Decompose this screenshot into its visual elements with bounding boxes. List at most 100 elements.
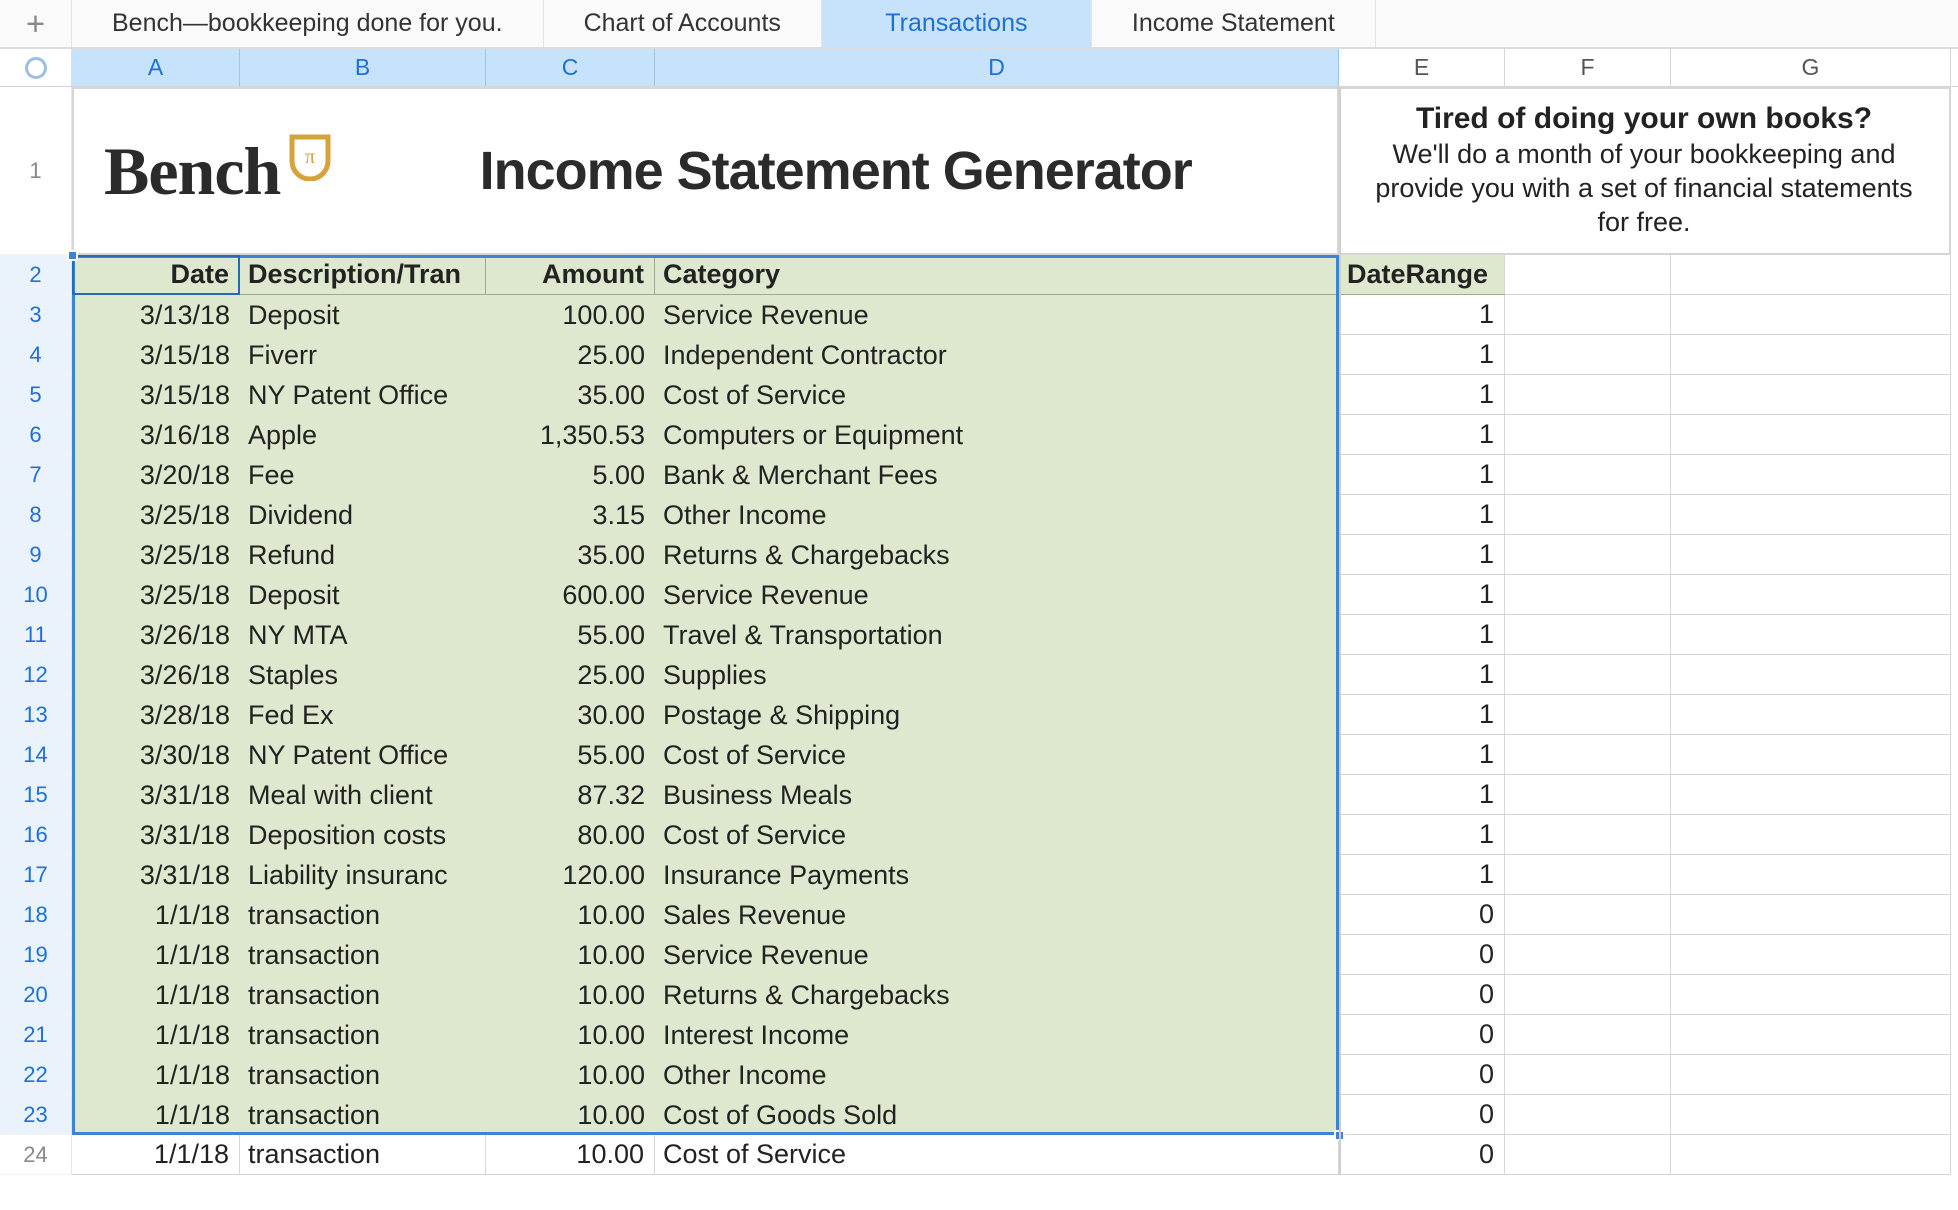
cell-category[interactable]: Cost of Service [655, 735, 1339, 775]
row-header[interactable]: 9 [0, 535, 72, 575]
cell-date[interactable]: 3/13/18 [72, 295, 240, 335]
row-header[interactable]: 19 [0, 935, 72, 975]
cell-date[interactable]: 1/1/18 [72, 1095, 240, 1135]
cell-category[interactable]: Cost of Service [655, 1135, 1339, 1175]
cell-category[interactable]: Supplies [655, 655, 1339, 695]
cell[interactable] [1671, 495, 1951, 535]
cell-description[interactable]: Meal with client [240, 775, 486, 815]
cell-description[interactable]: transaction [240, 975, 486, 1015]
col-header-B[interactable]: B [240, 49, 486, 86]
cell-description[interactable]: Deposit [240, 295, 486, 335]
cell-description[interactable]: Fiverr [240, 335, 486, 375]
row-header[interactable]: 15 [0, 775, 72, 815]
cell-category[interactable]: Independent Contractor [655, 335, 1339, 375]
cell-amount[interactable]: 55.00 [486, 735, 655, 775]
cell-date[interactable]: 3/31/18 [72, 815, 240, 855]
cell[interactable] [1671, 615, 1951, 655]
tab-chart-of-accounts[interactable]: Chart of Accounts [544, 0, 822, 47]
cell-date[interactable]: 3/26/18 [72, 655, 240, 695]
cell-amount[interactable]: 10.00 [486, 1055, 655, 1095]
cell[interactable] [1671, 735, 1951, 775]
row-header[interactable]: 21 [0, 1015, 72, 1055]
cell[interactable] [1671, 895, 1951, 935]
cell-description[interactable]: Refund [240, 535, 486, 575]
cell[interactable] [1671, 1095, 1951, 1135]
row-header[interactable]: 4 [0, 335, 72, 375]
cell-category[interactable]: Returns & Chargebacks [655, 975, 1339, 1015]
cell-header-amount[interactable]: Amount [486, 255, 655, 295]
cell-category[interactable]: Postage & Shipping [655, 695, 1339, 735]
cell-category[interactable]: Insurance Payments [655, 855, 1339, 895]
cell[interactable] [1671, 815, 1951, 855]
tab-bench-bookkeeping[interactable]: Bench—bookkeeping done for you. [72, 0, 544, 47]
cell-date[interactable]: 3/31/18 [72, 775, 240, 815]
cell[interactable] [1505, 495, 1671, 535]
cell-description[interactable]: Liability insuranc [240, 855, 486, 895]
banner-left[interactable]: Bench π Income Statement Generator [72, 87, 1339, 255]
cell-description[interactable]: transaction [240, 1095, 486, 1135]
cell-daterange[interactable]: 1 [1339, 855, 1505, 895]
cell-date[interactable]: 3/20/18 [72, 455, 240, 495]
cell[interactable] [1505, 335, 1671, 375]
cell-category[interactable]: Sales Revenue [655, 895, 1339, 935]
select-all-button[interactable] [0, 49, 72, 86]
cell-category[interactable]: Business Meals [655, 775, 1339, 815]
cell-description[interactable]: Deposit [240, 575, 486, 615]
cell-date[interactable]: 3/25/18 [72, 575, 240, 615]
cell-amount[interactable]: 87.32 [486, 775, 655, 815]
cell-category[interactable]: Other Income [655, 495, 1339, 535]
cell[interactable] [1505, 375, 1671, 415]
cell-amount[interactable]: 30.00 [486, 695, 655, 735]
cell[interactable] [1671, 1135, 1951, 1175]
cell-date[interactable]: 3/26/18 [72, 615, 240, 655]
cell-amount[interactable]: 10.00 [486, 935, 655, 975]
banner-promo[interactable]: Tired of doing your own books? We'll do … [1339, 87, 1951, 255]
cell-date[interactable]: 1/1/18 [72, 1055, 240, 1095]
row-header[interactable]: 23 [0, 1095, 72, 1135]
cell[interactable] [1505, 775, 1671, 815]
cell-daterange[interactable]: 0 [1339, 895, 1505, 935]
cell-description[interactable]: Dividend [240, 495, 486, 535]
cell-description[interactable]: NY Patent Office [240, 735, 486, 775]
cell-description[interactable]: transaction [240, 935, 486, 975]
cell-amount[interactable]: 80.00 [486, 815, 655, 855]
cell-date[interactable]: 1/1/18 [72, 975, 240, 1015]
col-header-E[interactable]: E [1339, 49, 1505, 86]
cell-date[interactable]: 3/15/18 [72, 375, 240, 415]
cell-description[interactable]: Fee [240, 455, 486, 495]
cell-amount[interactable]: 25.00 [486, 655, 655, 695]
cell[interactable] [1671, 935, 1951, 975]
col-header-G[interactable]: G [1671, 49, 1951, 86]
cell[interactable] [1505, 895, 1671, 935]
cell[interactable] [1671, 335, 1951, 375]
cell-amount[interactable]: 1,350.53 [486, 415, 655, 455]
cell-daterange[interactable]: 1 [1339, 335, 1505, 375]
cell[interactable] [1505, 295, 1671, 335]
cell[interactable] [1505, 615, 1671, 655]
cell[interactable] [1671, 415, 1951, 455]
cell-date[interactable]: 3/31/18 [72, 855, 240, 895]
cell[interactable] [1505, 455, 1671, 495]
cell-daterange[interactable]: 1 [1339, 415, 1505, 455]
cell-date[interactable]: 3/25/18 [72, 495, 240, 535]
cell[interactable] [1505, 1135, 1671, 1175]
cell-daterange[interactable]: 0 [1339, 1055, 1505, 1095]
cell-category[interactable]: Bank & Merchant Fees [655, 455, 1339, 495]
cell-date[interactable]: 3/30/18 [72, 735, 240, 775]
cell-header-description[interactable]: Description/Tran [240, 255, 486, 295]
row-header[interactable]: 7 [0, 455, 72, 495]
cell-amount[interactable]: 25.00 [486, 335, 655, 375]
cell-category[interactable]: Cost of Goods Sold [655, 1095, 1339, 1135]
cell-date[interactable]: 1/1/18 [72, 1015, 240, 1055]
cell-category[interactable]: Other Income [655, 1055, 1339, 1095]
cell-category[interactable]: Cost of Service [655, 815, 1339, 855]
row-header[interactable]: 3 [0, 295, 72, 335]
row-header[interactable]: 12 [0, 655, 72, 695]
cell[interactable] [1671, 575, 1951, 615]
row-header[interactable]: 13 [0, 695, 72, 735]
row-header[interactable]: 24 [0, 1135, 72, 1175]
cell-amount[interactable]: 10.00 [486, 1135, 655, 1175]
cell-header-date[interactable]: Date [72, 255, 240, 295]
cell-date[interactable]: 1/1/18 [72, 895, 240, 935]
cell[interactable] [1505, 815, 1671, 855]
